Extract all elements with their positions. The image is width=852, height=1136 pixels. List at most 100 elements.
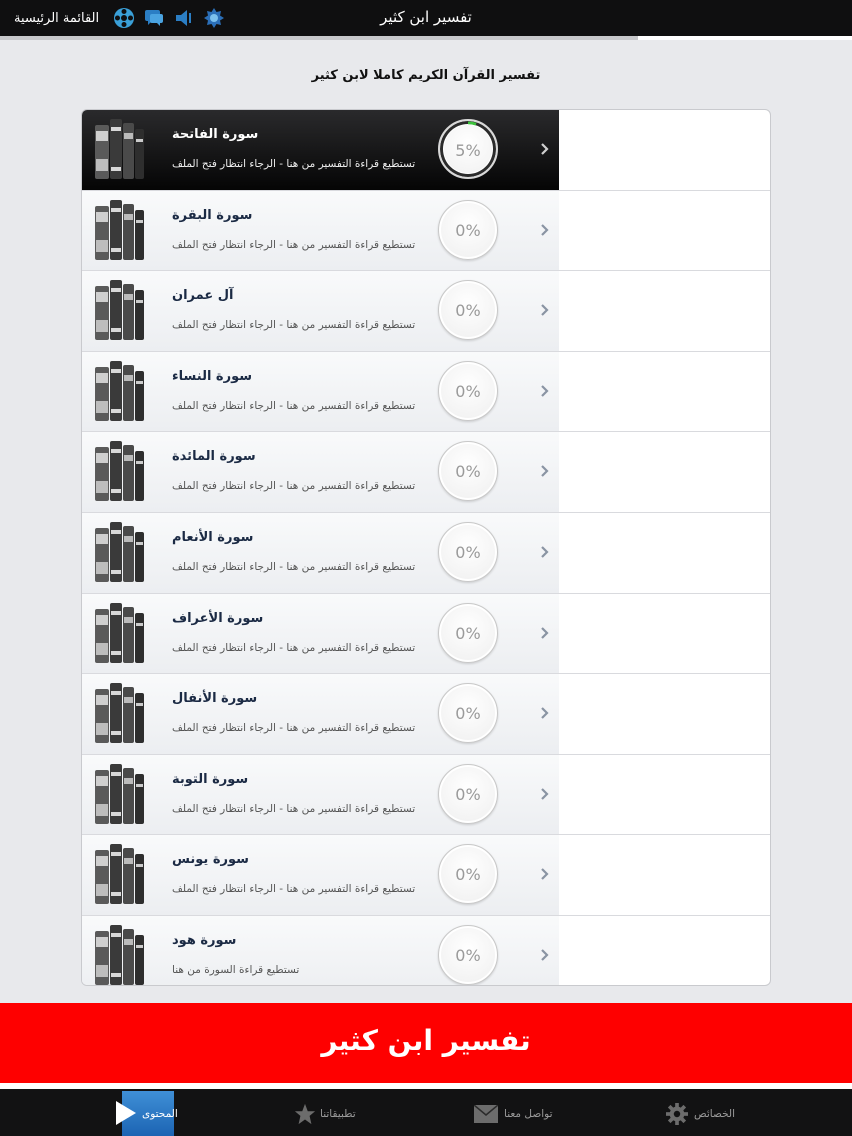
progress-circle[interactable]: 0% xyxy=(438,441,498,502)
surah-row[interactable]: سورة النساء تستطيع قراءة التفسير من هنا -… xyxy=(82,351,770,433)
chevron-right-icon[interactable] xyxy=(540,384,550,398)
surah-description: تستطيع قراءة التفسير من هنا - الرجاء انت… xyxy=(172,319,416,332)
progress-circle[interactable]: 0% xyxy=(438,360,498,421)
chevron-right-icon[interactable] xyxy=(540,223,550,237)
progress-percent: 0% xyxy=(455,543,481,562)
progress-percent: 0% xyxy=(455,784,481,804)
books-icon xyxy=(95,441,144,502)
surah-row[interactable]: سورة البقرة تستطيع قراءة التفسير من هنا -… xyxy=(82,190,770,272)
surah-row[interactable]: آل عمران تستطيع قراءة التفسير من هنا - ال… xyxy=(82,271,770,352)
surah-cell[interactable]: سورة التوبة تستطيع قراءة التفسير من هنا -… xyxy=(82,754,559,835)
progress-percent: 0% xyxy=(455,865,481,885)
surah-cell[interactable]: سورة الفاتحة تستطيع قراءة التفسير من هنا … xyxy=(82,110,559,190)
surah-name: سورة التوبة xyxy=(172,771,249,787)
surah-description: تستطيع قراءة التفسير من هنا - الرجاء انت… xyxy=(172,480,416,493)
chevron-right-icon[interactable] xyxy=(540,626,550,640)
progress-circle[interactable]: 0% xyxy=(438,683,498,744)
progress-circle[interactable]: 0% xyxy=(438,763,498,824)
tab-bar: المحتوى تطبيقاتنا تواصل معنا الخصائص xyxy=(0,1089,852,1136)
surah-cell[interactable]: سورة يونس تستطيع قراءة التفسير من هنا - ا… xyxy=(82,835,559,915)
top-progress-line xyxy=(0,36,852,40)
progress-percent: 0% xyxy=(455,462,481,482)
books-icon xyxy=(95,683,144,744)
progress-percent: 0% xyxy=(455,704,481,724)
surah-cell[interactable]: آل عمران تستطيع قراءة التفسير من هنا - ال… xyxy=(82,271,559,351)
surah-name: سورة البقرة xyxy=(172,207,253,223)
surah-row[interactable]: سورة يونس تستطيع قراءة التفسير من هنا - ا… xyxy=(82,835,770,916)
surah-name: سورة الفاتحة xyxy=(172,127,259,142)
books-icon xyxy=(95,199,144,260)
tab-contact[interactable]: تواصل معنا xyxy=(474,1089,564,1136)
books-icon xyxy=(95,763,144,824)
surah-row[interactable]: سورة الفاتحة تستطيع قراءة التفسير من هنا … xyxy=(82,110,770,191)
books-icon xyxy=(95,360,144,421)
chevron-right-icon[interactable] xyxy=(540,948,550,962)
surah-name: سورة المائدة xyxy=(172,449,256,465)
surah-description: تستطيع قراءة التفسير من هنا - الرجاء انت… xyxy=(172,238,416,251)
books-icon xyxy=(95,602,144,663)
surah-cell[interactable]: سورة الأعراف تستطيع قراءة التفسير من هنا … xyxy=(82,593,559,674)
progress-percent: 5% xyxy=(455,141,481,160)
chevron-right-icon[interactable] xyxy=(540,303,550,317)
surah-row[interactable]: سورة الأنعام تستطيع قراءة التفسير من هنا … xyxy=(82,513,770,594)
chevron-right-icon[interactable] xyxy=(540,867,550,881)
surah-description: تستطيع قراءة التفسير من هنا - الرجاء انت… xyxy=(172,722,416,735)
app-title: تفسير ابن كثير xyxy=(380,8,472,26)
chevron-right-icon[interactable] xyxy=(540,787,550,801)
tab-content-label: المحتوى xyxy=(142,1108,178,1120)
progress-percent: 0% xyxy=(455,220,481,240)
play-icon xyxy=(116,1101,136,1125)
surah-cell[interactable]: سورة هود تستطيع قراءة السورة من هنا 0% xyxy=(82,916,559,985)
chevron-right-icon[interactable] xyxy=(540,545,550,559)
progress-circle[interactable]: 0% xyxy=(438,280,498,341)
chevron-right-icon[interactable] xyxy=(540,464,550,478)
surah-row[interactable]: سورة المائدة تستطيع قراءة التفسير من هنا … xyxy=(82,432,770,513)
banner-text[interactable]: تفسير ابن كثير xyxy=(0,1024,852,1057)
page-subtitle: تفسير القرآن الكريم كاملا لابن كثير xyxy=(311,68,541,83)
chevron-right-icon[interactable] xyxy=(540,706,550,720)
surah-description: تستطيع قراءة التفسير من هنا - الرجاء انت… xyxy=(172,561,416,573)
progress-circle[interactable]: 0% xyxy=(438,925,498,985)
chevron-right-icon[interactable] xyxy=(540,142,550,156)
books-icon xyxy=(95,925,144,985)
surah-description: تستطيع قراءة التفسير من هنا - الرجاء انت… xyxy=(172,158,416,170)
progress-circle[interactable]: 5% xyxy=(438,119,498,179)
surah-row[interactable]: سورة الأنفال تستطيع قراءة التفسير من هنا … xyxy=(82,674,770,755)
surah-description: تستطيع قراءة التفسير من هنا - الرجاء انت… xyxy=(172,399,416,412)
tab-our-apps-label: تطبيقاتنا xyxy=(320,1108,356,1120)
surah-description: تستطيع قراءة التفسير من هنا - الرجاء انت… xyxy=(172,641,416,654)
progress-circle[interactable]: 0% xyxy=(438,199,498,260)
banner-ad[interactable]: تفسير ابن كثير xyxy=(0,1003,852,1083)
tab-settings-label: الخصائص xyxy=(694,1108,735,1120)
surah-cell[interactable]: سورة المائدة تستطيع قراءة التفسير من هنا … xyxy=(82,432,559,512)
books-icon xyxy=(95,844,144,905)
surah-description: تستطيع قراءة التفسير من هنا - الرجاء انت… xyxy=(172,883,416,896)
tab-our-apps[interactable]: تطبيقاتنا xyxy=(294,1089,374,1136)
surah-cell[interactable]: سورة الأنعام تستطيع قراءة التفسير من هنا … xyxy=(82,513,559,593)
gear-icon xyxy=(666,1103,688,1125)
envelope-icon xyxy=(474,1105,498,1123)
progress-circle[interactable]: 0% xyxy=(438,602,498,663)
surah-name: سورة الأنعام xyxy=(172,530,254,545)
tab-content[interactable]: المحتوى xyxy=(116,1089,232,1136)
progress-percent: 0% xyxy=(455,301,481,321)
surah-row[interactable]: سورة هود تستطيع قراءة السورة من هنا 0% xyxy=(82,916,770,985)
surah-row[interactable]: سورة التوبة تستطيع قراءة التفسير من هنا -… xyxy=(82,754,770,836)
surah-cell[interactable]: سورة الأنفال تستطيع قراءة التفسير من هنا … xyxy=(82,674,559,754)
progress-circle[interactable]: 0% xyxy=(438,522,498,582)
tab-settings[interactable]: الخصائص xyxy=(666,1089,746,1136)
surah-name: سورة يونس xyxy=(172,852,249,868)
books-icon xyxy=(95,119,144,179)
surah-name: سورة الأنفال xyxy=(172,691,258,707)
surah-row[interactable]: سورة الأعراف تستطيع قراءة التفسير من هنا … xyxy=(82,593,770,675)
surah-cell[interactable]: سورة البقرة تستطيع قراءة التفسير من هنا -… xyxy=(82,190,559,271)
surah-name: سورة هود xyxy=(172,933,237,948)
surah-cell[interactable]: سورة النساء تستطيع قراءة التفسير من هنا -… xyxy=(82,351,559,432)
books-icon xyxy=(95,522,144,582)
surah-name: سورة النساء xyxy=(172,368,253,384)
progress-circle[interactable]: 0% xyxy=(438,844,498,905)
surah-name: آل عمران xyxy=(172,288,234,304)
top-bar: القائمة الرئيسية تفسير ابن كثير xyxy=(0,0,852,36)
progress-percent: 0% xyxy=(455,381,481,401)
surah-list: سورة الفاتحة تستطيع قراءة التفسير من هنا … xyxy=(81,109,771,986)
